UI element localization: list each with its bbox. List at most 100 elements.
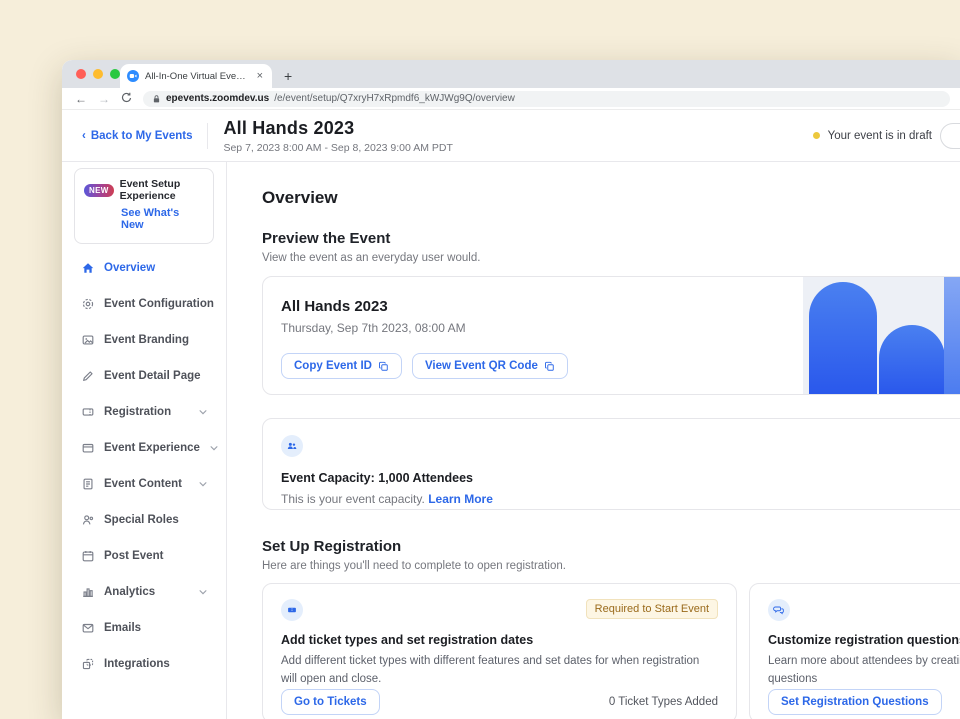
tickets-card-title: Add ticket types and set registration da…	[281, 633, 718, 647]
learn-more-link[interactable]: Learn More	[428, 492, 493, 506]
questions-task-card: Customize registration questions Learn m…	[749, 583, 960, 719]
url-path: /e/event/setup/Q7xryH7xRpmdf6_kWJWg9Q/ov…	[274, 93, 515, 104]
bar-chart-icon	[80, 585, 95, 600]
ticket-types-count: 0 Ticket Types Added	[609, 696, 718, 708]
header-action-button[interactable]	[940, 123, 960, 149]
url-host: epevents.zoomdev.us	[166, 93, 269, 104]
sidebar-item-event-experience[interactable]: Event Experience	[74, 430, 214, 466]
lock-icon	[152, 94, 161, 104]
event-header: ‹ Back to My Events All Hands 2023 Sep 7…	[62, 110, 960, 162]
tab-close-icon[interactable]: ×	[255, 71, 265, 82]
home-icon	[80, 261, 95, 276]
arch-shape	[809, 282, 877, 394]
document-icon	[80, 477, 95, 492]
required-badge: Required to Start Event	[586, 599, 718, 619]
zoom-favicon-icon	[127, 70, 139, 82]
main-content: Overview Preview the Event View the even…	[227, 162, 960, 719]
capacity-title: Event Capacity: 1,000 Attendees	[281, 471, 960, 485]
event-preview-card: All Hands 2023 Thursday, Sep 7th 2023, 0…	[262, 276, 960, 395]
sidebar-item-overview[interactable]: Overview	[74, 250, 214, 286]
setup-card-title: Event Setup Experience	[120, 178, 204, 202]
draft-status-text: Your event is in draft	[828, 130, 932, 142]
sidebar-item-event-detail-page[interactable]: Event Detail Page	[74, 358, 214, 394]
go-to-tickets-button[interactable]: Go to Tickets	[281, 689, 380, 715]
header-divider	[207, 123, 208, 149]
ticket-icon	[281, 599, 303, 621]
chevron-down-icon	[198, 479, 208, 489]
tickets-card-description: Add different ticket types with differen…	[281, 653, 718, 689]
back-icon[interactable]: ←	[75, 93, 87, 105]
sidebar-item-label: Post Event	[104, 550, 163, 562]
draft-status-dot	[813, 132, 820, 139]
pencil-icon	[80, 369, 95, 384]
setup-experience-card: NEW Event Setup Experience See What's Ne…	[74, 168, 214, 244]
copy-icon	[378, 361, 389, 372]
view-event-qr-code-button[interactable]: View Event QR Code	[412, 353, 568, 379]
sidebar-item-post-event[interactable]: Post Event	[74, 538, 214, 574]
questions-card-title: Customize registration questions	[768, 633, 960, 647]
back-link-label: Back to My Events	[91, 130, 193, 142]
envelope-icon	[80, 621, 95, 636]
sidebar-item-label: Overview	[104, 262, 155, 274]
browser-window: All-In-One Virtual Event Platfor × + ← →…	[62, 60, 960, 719]
tab-title: All-In-One Virtual Event Platfor	[145, 71, 249, 82]
browser-url-bar: ← → epevents.zoomdev.us/e/event/setup/Q7…	[62, 88, 960, 110]
sidebar-item-analytics[interactable]: Analytics	[74, 574, 214, 610]
chat-bubbles-icon	[768, 599, 790, 621]
copy-event-id-button[interactable]: Copy Event ID	[281, 353, 402, 379]
tickets-task-card: Required to Start Event Add ticket types…	[262, 583, 737, 719]
sidebar-item-event-content[interactable]: Event Content	[74, 466, 214, 502]
sidebar-item-label: Event Branding	[104, 334, 189, 346]
sidebar-item-label: Event Experience	[104, 442, 200, 454]
sidebar-item-label: Emails	[104, 622, 141, 634]
set-registration-questions-button[interactable]: Set Registration Questions	[768, 689, 942, 715]
sidebar-item-label: Integrations	[104, 658, 170, 670]
sidebar-item-label: Registration	[104, 406, 171, 418]
sidebar-item-event-configuration[interactable]: Event Configuration	[74, 286, 214, 322]
integrations-icon	[80, 657, 95, 672]
back-chevron-icon: ‹	[82, 130, 86, 142]
person-icon	[80, 513, 95, 528]
traffic-lights	[76, 69, 120, 79]
back-to-my-events-link[interactable]: ‹ Back to My Events	[82, 130, 192, 142]
capacity-description: This is your event capacity. Learn More	[281, 492, 960, 506]
chevron-down-icon	[198, 407, 208, 417]
sidebar-item-emails[interactable]: Emails	[74, 610, 214, 646]
sidebar-item-event-branding[interactable]: Event Branding	[74, 322, 214, 358]
see-whats-new-link[interactable]: See What's New	[121, 207, 204, 231]
browser-tab[interactable]: All-In-One Virtual Event Platfor ×	[120, 64, 272, 88]
event-banner-illustration	[803, 277, 960, 394]
calendar-icon	[80, 549, 95, 564]
go-to-tickets-label: Go to Tickets	[294, 696, 367, 708]
stage-icon	[80, 441, 95, 456]
set-registration-questions-label: Set Registration Questions	[781, 696, 929, 708]
arch-shape	[879, 325, 945, 394]
gear-icon	[80, 297, 95, 312]
questions-card-description: Learn more about attendees by creating c…	[768, 653, 960, 689]
address-bar[interactable]: epevents.zoomdev.us/e/event/setup/Q7xryH…	[143, 91, 950, 107]
preview-section-description: View the event as an everyday user would…	[262, 252, 960, 264]
new-badge: NEW	[84, 184, 114, 197]
event-dates: Sep 7, 2023 8:00 AM - Sep 8, 2023 9:00 A…	[223, 142, 452, 154]
sidebar-item-label: Analytics	[104, 586, 155, 598]
sidebar-item-label: Event Content	[104, 478, 182, 490]
chevron-down-icon	[209, 443, 219, 453]
capacity-description-text: This is your event capacity.	[281, 492, 425, 506]
chevron-down-icon	[198, 587, 208, 597]
reload-icon[interactable]	[121, 92, 132, 105]
sidebar-item-registration[interactable]: Registration	[74, 394, 214, 430]
preview-section-title: Preview the Event	[262, 230, 960, 247]
close-window-button[interactable]	[76, 69, 86, 79]
sidebar-item-integrations[interactable]: Integrations	[74, 646, 214, 682]
zoom-window-button[interactable]	[110, 69, 120, 79]
image-icon	[80, 333, 95, 348]
event-capacity-card: Event Capacity: 1,000 Attendees This is …	[262, 418, 960, 510]
sidebar-item-special-roles[interactable]: Special Roles	[74, 502, 214, 538]
sidebar-item-label: Event Detail Page	[104, 370, 201, 382]
minimize-window-button[interactable]	[93, 69, 103, 79]
page-title: Overview	[262, 188, 960, 208]
new-tab-button[interactable]: +	[284, 69, 292, 83]
sidebar-item-label: Special Roles	[104, 514, 179, 526]
browser-tab-strip: All-In-One Virtual Event Platfor × +	[62, 60, 960, 88]
event-title: All Hands 2023	[223, 118, 452, 139]
